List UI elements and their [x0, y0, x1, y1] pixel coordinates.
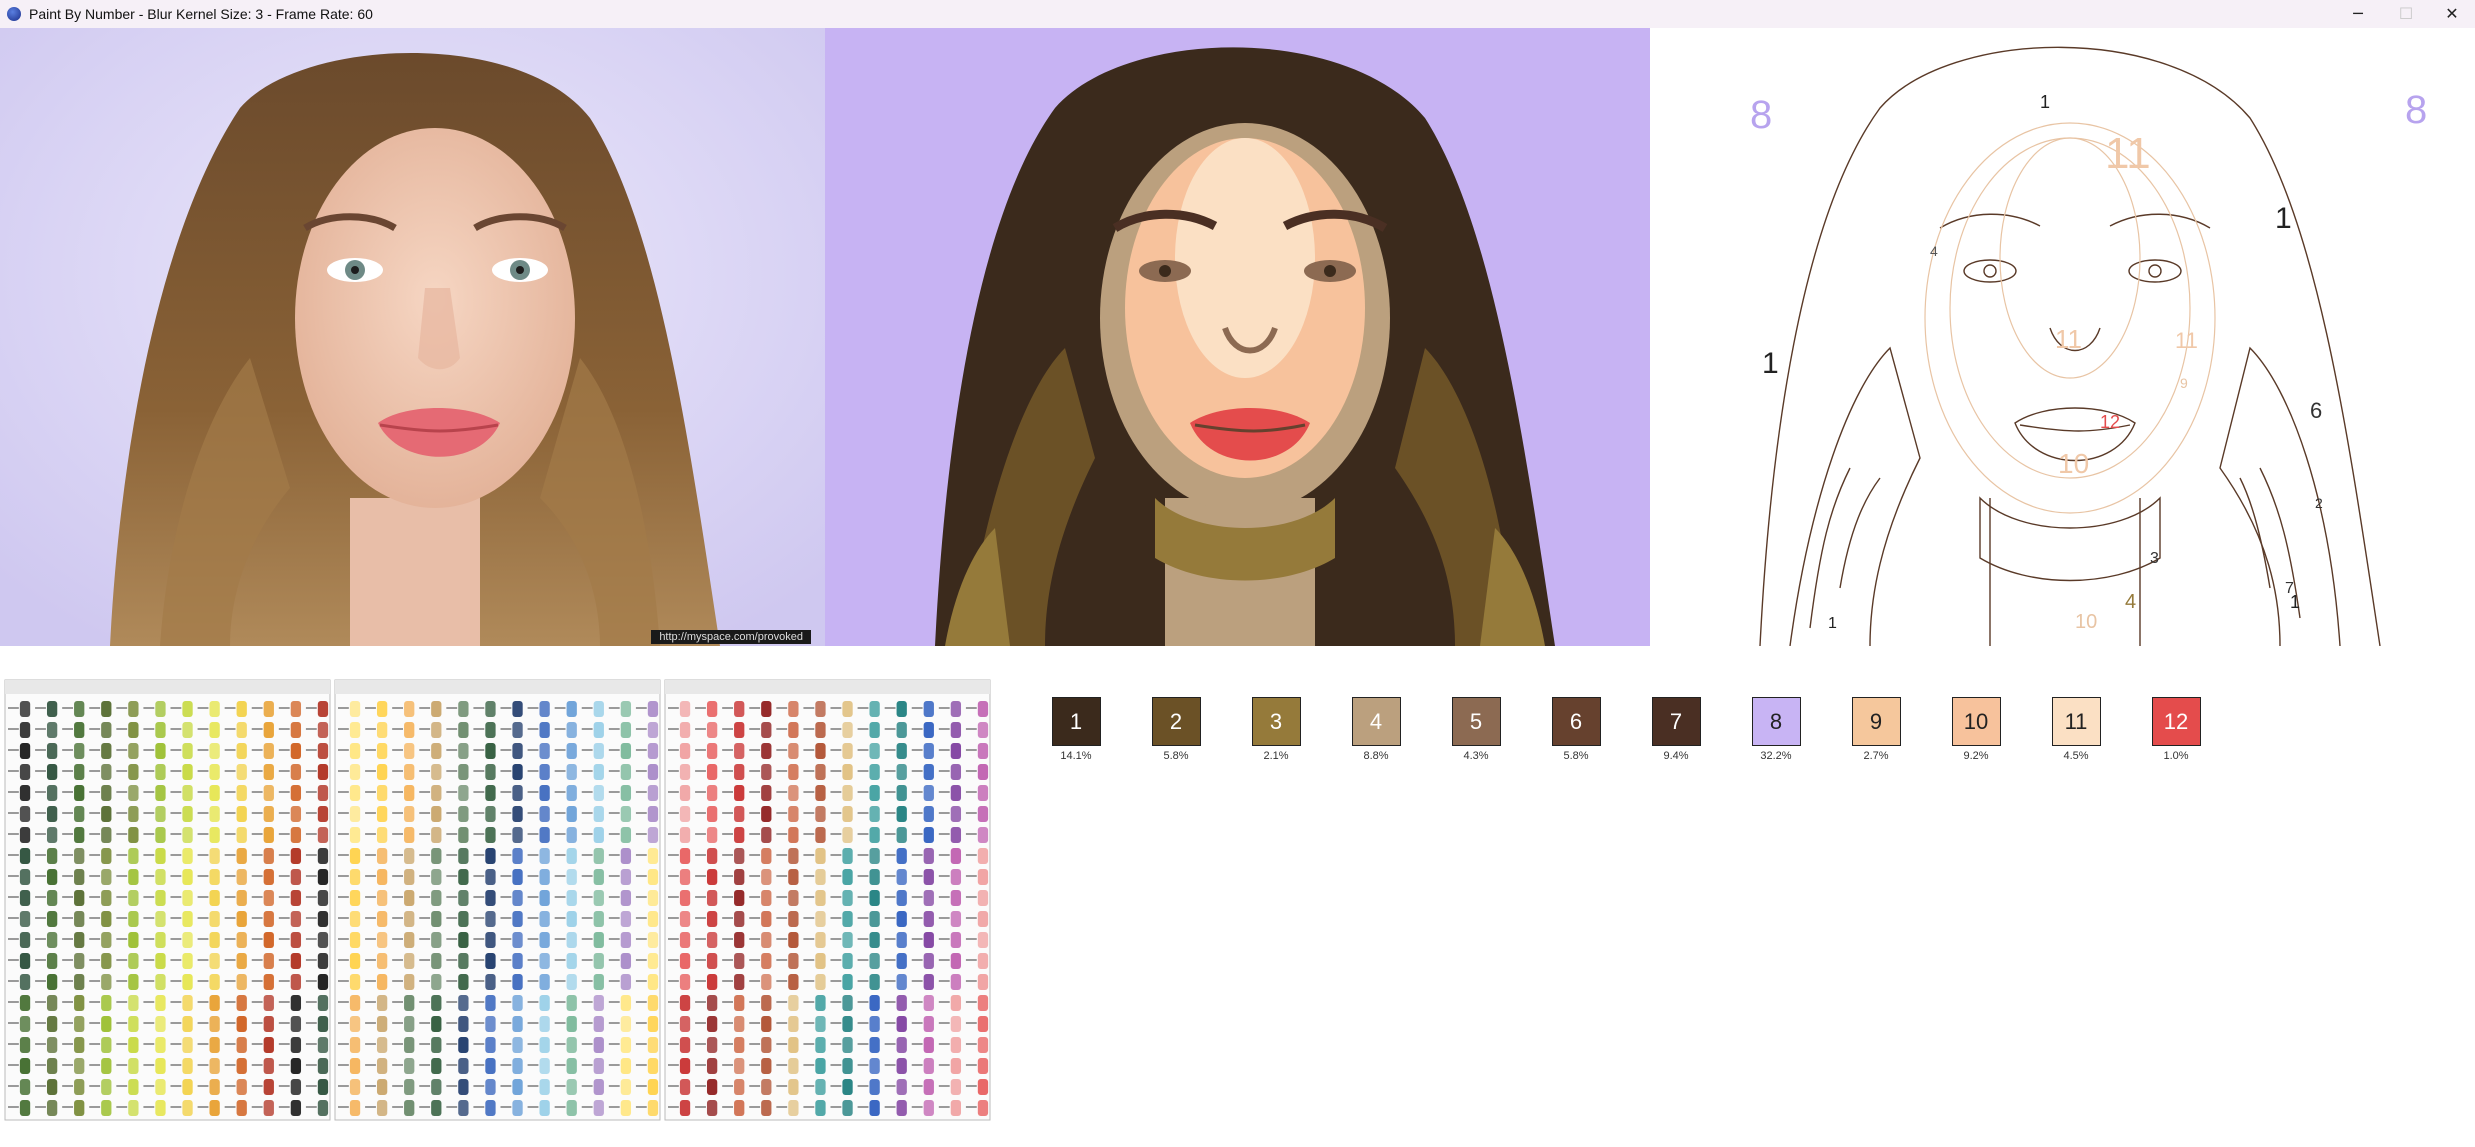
palette-swatch: 4 — [1351, 697, 1401, 746]
region-number: 11 — [2055, 324, 2082, 354]
outline-image: 8 81111111 111012 64732104 119 — [1650, 28, 2475, 646]
color-chart-image — [0, 658, 997, 1147]
palette-entry: 11 4.5% — [2046, 697, 2106, 762]
original-photo-panel: http://myspace.com/provoked — [0, 28, 825, 646]
palette-entry: 5 4.3% — [1446, 697, 1506, 762]
region-number: 1 — [1762, 347, 1779, 380]
region-number: 2 — [2315, 495, 2323, 511]
palette-swatch: 1 — [1051, 697, 1101, 746]
palette-percent: 32.2% — [1760, 750, 1792, 762]
window-title: Paint By Number - Blur Kernel Size: 3 - … — [29, 6, 373, 22]
region-number: 10 — [2075, 611, 2097, 633]
region-number: 11 — [2105, 129, 2151, 178]
palette-swatch: 3 — [1251, 697, 1301, 746]
color-chart-sheet — [334, 679, 661, 1121]
palette-swatch: 6 — [1551, 697, 1601, 746]
maximize-button: ☐ — [2398, 4, 2414, 23]
title-bar: Paint By Number - Blur Kernel Size: 3 - … — [0, 0, 2475, 29]
region-number: 9 — [2180, 375, 2188, 391]
region-number: 4 — [2125, 591, 2136, 613]
palette-legend: 1 14.1% 2 5.8% 3 2.1% 4 8.8% 5 4.3% 6 5.8% 7 9.4% 8 32.… — [1046, 697, 2206, 767]
app-icon — [7, 7, 21, 21]
region-number: 1 — [2040, 92, 2050, 112]
palette-swatch: 11 — [2051, 697, 2101, 746]
posterized-image — [825, 28, 1650, 646]
palette-percent: 14.1% — [1060, 750, 1092, 762]
palette-percent: 4.3% — [1463, 750, 1489, 762]
palette-entry: 6 5.8% — [1546, 697, 1606, 762]
palette-swatch: 9 — [1851, 697, 1901, 746]
region-number: 1 — [2290, 592, 2300, 612]
palette-percent: 9.2% — [1963, 750, 1989, 762]
palette-entry: 7 9.4% — [1646, 697, 1706, 762]
palette-entry: 2 5.8% — [1146, 697, 1206, 762]
palette-entry: 3 2.1% — [1246, 697, 1306, 762]
region-number: 10 — [2058, 448, 2089, 479]
palette-entry: 12 1.0% — [2146, 697, 2206, 762]
palette-percent: 8.8% — [1363, 750, 1389, 762]
palette-percent: 9.4% — [1663, 750, 1689, 762]
palette-entry: 8 32.2% — [1746, 697, 1806, 762]
region-number: 1 — [2275, 202, 2292, 235]
outline-panel: 8 8 1 1 1 11 11 11 10 12 6 4 7 3 2 10 4 1 1 9 — [1650, 28, 2475, 646]
minimize-button[interactable]: ─ — [2335, 0, 2381, 28]
palette-percent: 5.8% — [1563, 750, 1589, 762]
region-number: 12 — [2100, 412, 2120, 432]
photo-watermark: http://myspace.com/provoked — [651, 630, 811, 644]
palette-entry: 1 14.1% — [1046, 697, 1106, 762]
palette-swatch: 10 — [1951, 697, 2001, 746]
color-chart-sheet — [4, 679, 331, 1121]
color-chart-sheets — [0, 658, 997, 1147]
region-number: 8 — [2405, 88, 2427, 132]
palette-entry: 10 9.2% — [1946, 697, 2006, 762]
palette-swatch: 8 — [1751, 697, 1801, 746]
region-number: 8 — [1750, 93, 1772, 137]
region-number: 3 — [2150, 550, 2159, 567]
region-number: 1 — [1828, 615, 1837, 632]
posterized-panel — [825, 28, 1650, 646]
original-photo — [0, 28, 825, 646]
palette-percent: 2.7% — [1863, 750, 1889, 762]
palette-swatch: 7 — [1651, 697, 1701, 746]
palette-percent: 5.8% — [1163, 750, 1189, 762]
close-button[interactable]: ✕ — [2429, 0, 2475, 28]
region-number: 6 — [2310, 398, 2322, 423]
palette-swatch: 12 — [2151, 697, 2201, 746]
region-number: 11 — [2175, 328, 2198, 353]
palette-percent: 1.0% — [2163, 750, 2189, 762]
palette-percent: 2.1% — [1263, 750, 1289, 762]
palette-swatch: 2 — [1151, 697, 1201, 746]
palette-entry: 9 2.7% — [1846, 697, 1906, 762]
palette-swatch: 5 — [1451, 697, 1501, 746]
color-chart-sheet — [664, 679, 991, 1121]
region-number: 4 — [1930, 243, 1938, 259]
palette-entry: 4 8.8% — [1346, 697, 1406, 762]
palette-percent: 4.5% — [2063, 750, 2089, 762]
